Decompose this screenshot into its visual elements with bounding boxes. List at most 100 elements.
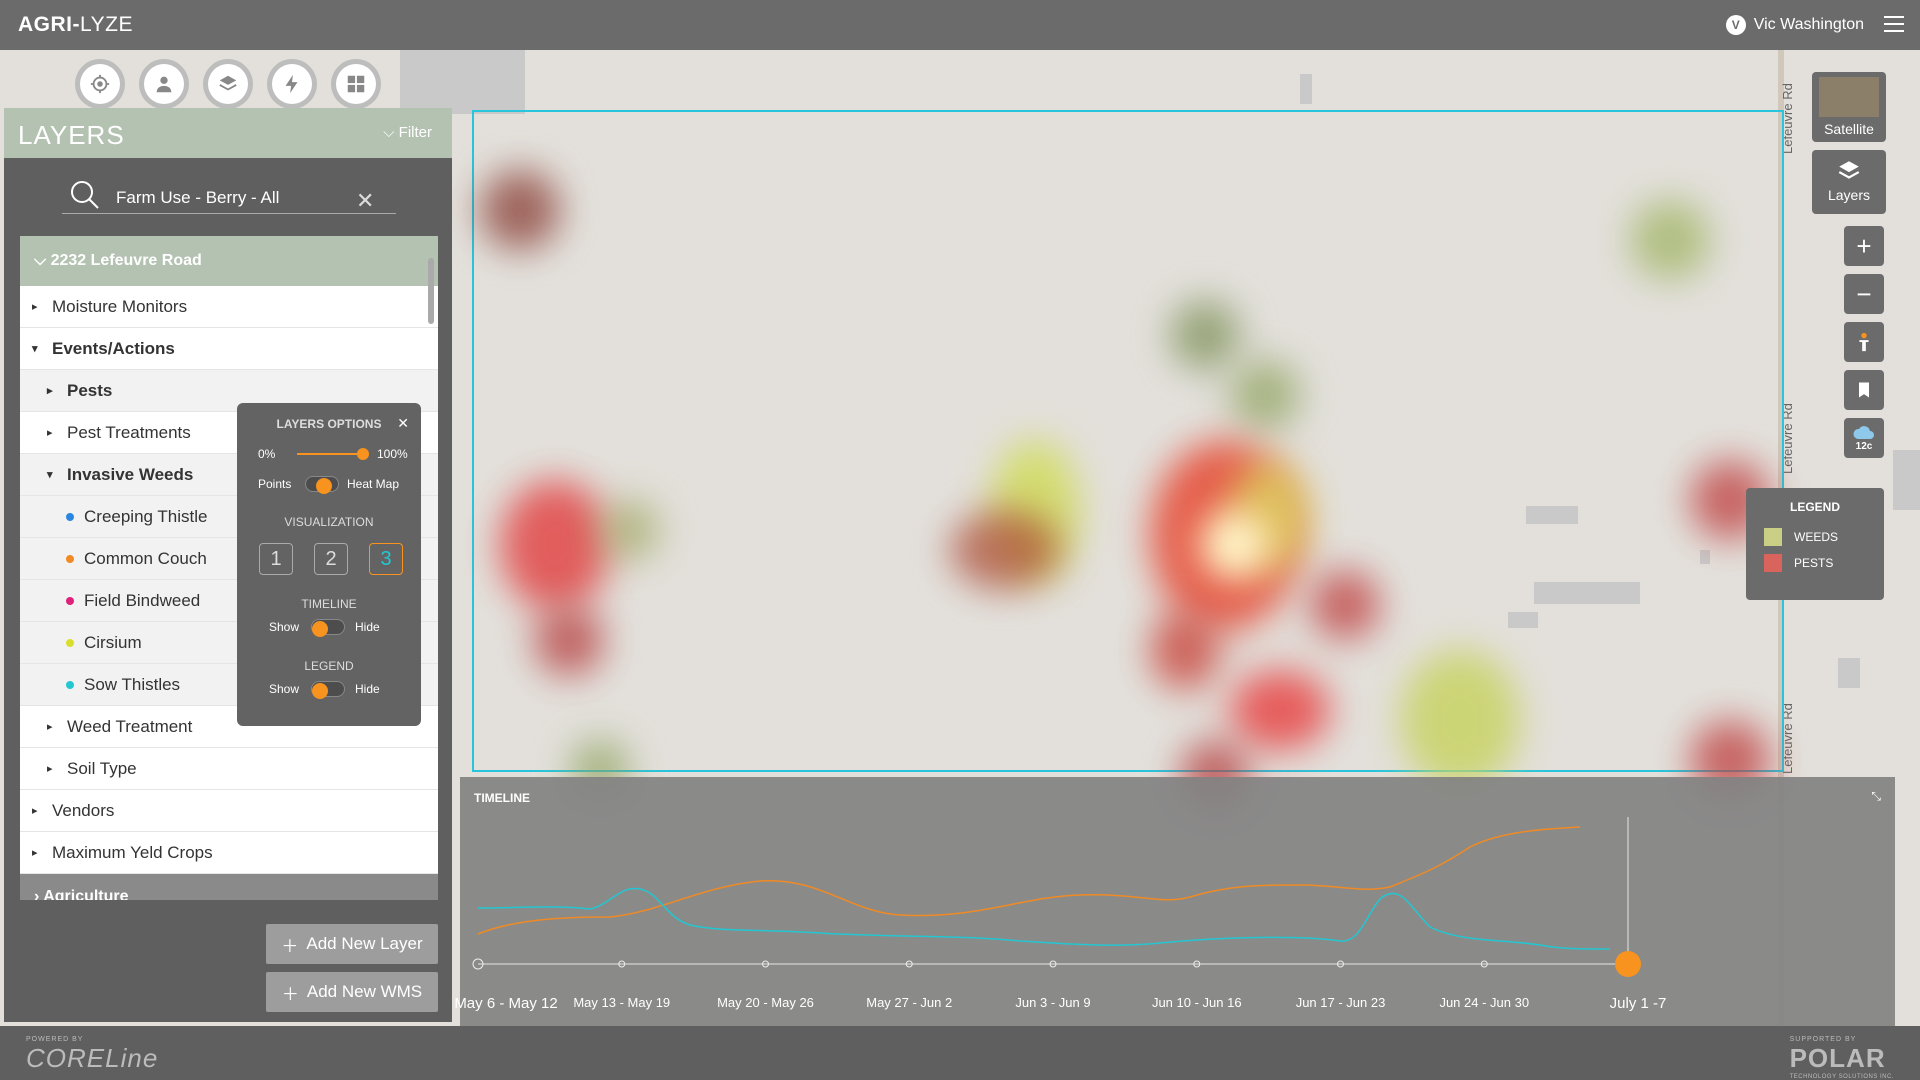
heat-spot-pest — [1230, 670, 1330, 750]
opacity-min-label: 0% — [258, 447, 276, 461]
top-bar: AGRI-LYZE V Vic Washington — [0, 0, 1920, 50]
legend-item-weeds: WEEDS — [1764, 528, 1838, 546]
user-menu[interactable]: V Vic Washington — [1725, 15, 1864, 35]
field-boundary[interactable] — [472, 110, 1784, 772]
heat-spot-pest — [480, 170, 560, 250]
add-new-wms-button[interactable]: ＋ Add New WMS — [266, 972, 438, 1012]
group-header-agriculture[interactable]: › Agriculture — [20, 874, 438, 900]
basemap-layers-button[interactable]: Layers — [1812, 150, 1886, 214]
timeline-handle[interactable] — [1615, 951, 1641, 977]
main-toolbar — [80, 64, 376, 104]
coreline-logo: POWERED BY CORELine — [26, 1036, 159, 1073]
heat-spot-pest — [1150, 610, 1220, 690]
satellite-toggle-button[interactable]: Satellite — [1812, 72, 1886, 142]
bookmarks-button[interactable] — [1844, 370, 1884, 410]
legend-swatch — [1764, 528, 1782, 546]
search-icon — [71, 181, 99, 209]
timeline-tick-label[interactable]: Jun 24 - Jun 30 — [1439, 995, 1529, 1010]
user-icon[interactable] — [144, 64, 184, 104]
layer-color-dot — [66, 638, 74, 647]
visualization-option-2[interactable]: 2 — [314, 543, 348, 575]
zoom-in-button[interactable]: + — [1844, 226, 1884, 266]
opacity-slider-fill — [297, 453, 363, 455]
timeline-tick-label[interactable]: May 27 - Jun 2 — [866, 995, 952, 1010]
layers-icon[interactable] — [208, 64, 248, 104]
layer-color-dot — [66, 554, 74, 563]
lightning-icon[interactable] — [272, 64, 312, 104]
opacity-slider-handle[interactable] — [357, 448, 369, 460]
show-label: Show — [269, 682, 300, 696]
timeline-tick-label[interactable]: May 13 - May 19 — [573, 995, 670, 1010]
tree-item-vendors[interactable]: ▸ Vendors — [20, 790, 438, 832]
tree-item-soil-type[interactable]: ▸ Soil Type — [20, 748, 438, 790]
layer-color-dot — [66, 512, 74, 521]
visualization-option-3[interactable]: 3 — [369, 543, 403, 575]
timeline-tick-label[interactable]: May 6 - May 12 — [454, 995, 557, 1012]
visualization-label: VISUALIZATION — [284, 515, 374, 529]
legend-toggle[interactable] — [311, 681, 345, 699]
heat-spot-weed — [1400, 650, 1520, 790]
street-view-button[interactable] — [1844, 322, 1884, 362]
timeline-chart[interactable] — [460, 777, 1895, 1026]
legend-swatch — [1764, 554, 1782, 572]
polar-logo: SUPPORTED BY POLAR TECHNOLOGY SOLUTIONS … — [1789, 1036, 1894, 1080]
timeline-tick-label[interactable]: Jun 10 - Jun 16 — [1152, 995, 1242, 1010]
heat-spot-weed — [600, 500, 660, 560]
heatmap-label: Heat Map — [347, 477, 400, 491]
footer-bar: POWERED BY CORELine SUPPORTED BY POLAR T… — [0, 1026, 1920, 1080]
visualization-option-1[interactable]: 1 — [259, 543, 293, 575]
timeline-tick-label[interactable]: May 20 - May 26 — [717, 995, 814, 1010]
timeline-tick-label[interactable]: Jun 17 - Jun 23 — [1296, 995, 1386, 1010]
opacity-max-label: 100% — [377, 447, 408, 461]
cloud-icon — [1853, 425, 1874, 439]
layer-color-dot — [66, 680, 74, 689]
toggle-knob — [312, 683, 328, 699]
app-logo[interactable]: AGRI-LYZE — [18, 13, 133, 37]
filter-button[interactable]: ⌵ Filter — [383, 124, 432, 141]
hamburger-menu-icon[interactable] — [1884, 16, 1904, 32]
panel-title: LAYERS — [18, 120, 125, 150]
timeline-toggle[interactable] — [311, 619, 345, 637]
toggle-knob — [316, 478, 332, 494]
tree-item-events-actions[interactable]: ▾ Events/Actions — [20, 328, 438, 370]
points-label: Points — [258, 477, 292, 491]
dashboard-icon[interactable] — [336, 64, 376, 104]
timeline-series-teal — [477, 887, 1611, 950]
legend-item-pests: PESTS — [1764, 554, 1833, 572]
map-legend: LEGEND WEEDS PESTS — [1746, 488, 1884, 600]
pegman-icon — [1859, 332, 1869, 352]
toggle-knob — [312, 621, 328, 637]
heat-spot-pest — [1310, 570, 1380, 640]
legend-title: LEGEND — [1789, 500, 1840, 514]
tree-scrollbar[interactable] — [428, 258, 434, 324]
building — [400, 50, 525, 114]
timeline-tick-label[interactable]: Jun 3 - Jun 9 — [1015, 995, 1090, 1010]
bookmark-icon — [1859, 382, 1869, 398]
group-header[interactable]: ⌵ 2232 Lefeuvre Road — [20, 236, 438, 286]
show-label: Show — [269, 620, 300, 634]
clear-search-icon[interactable]: ✕ — [356, 188, 374, 214]
timeline-tick-label[interactable]: July 1 -7 — [1610, 995, 1667, 1012]
user-name: Vic Washington — [1753, 16, 1864, 33]
timeline-panel: TIMELINE ⤡ May 6 - May 12 May 13 - May 19… — [454, 777, 1895, 1026]
building — [1893, 450, 1920, 510]
timeline-label: TIMELINE — [301, 597, 357, 611]
heat-spot-weed — [1170, 300, 1240, 370]
tree-item-maximum-yeld-crops[interactable]: ▸ Maximum Yeld Crops — [20, 832, 438, 874]
search-input[interactable]: Farm Use - Berry - All — [116, 188, 279, 208]
opacity-slider[interactable] — [297, 448, 369, 460]
add-new-layer-button[interactable]: ＋ Add New Layer — [266, 924, 438, 964]
layer-search[interactable]: Farm Use - Berry - All — [62, 178, 396, 214]
heat-spot-hotspot — [1200, 510, 1270, 580]
tree-item-moisture-monitors[interactable]: ▸ Moisture Monitors — [20, 286, 438, 328]
location-icon[interactable] — [80, 64, 120, 104]
building — [1838, 658, 1860, 688]
timeline-series-orange — [477, 826, 1581, 935]
points-heatmap-toggle[interactable] — [305, 476, 339, 494]
zoom-out-button[interactable]: − — [1844, 274, 1884, 314]
weather-button[interactable]: 12c — [1844, 418, 1884, 458]
heat-spot-weed — [1630, 200, 1710, 280]
close-icon[interactable]: ✕ — [397, 415, 409, 432]
legend-label: LEGEND — [304, 659, 354, 673]
heat-spot-pest — [500, 480, 610, 610]
